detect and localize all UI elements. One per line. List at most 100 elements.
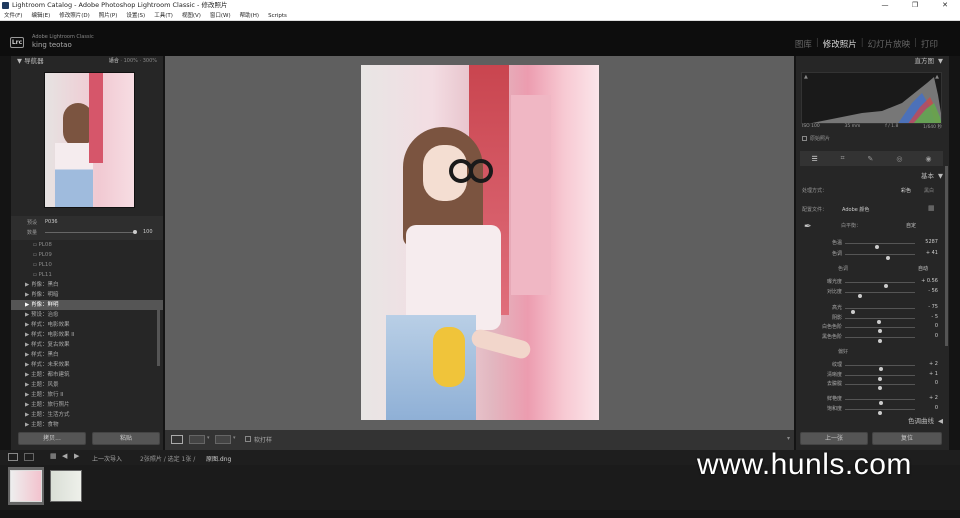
back-arrow-icon[interactable]: ◀ xyxy=(62,452,67,460)
left-scrollbar[interactable] xyxy=(157,306,160,366)
menu-file[interactable]: 文件(F) xyxy=(4,11,22,20)
preset-item[interactable]: ▫ PL11 xyxy=(11,270,163,280)
soft-proof-checkbox[interactable] xyxy=(245,436,251,442)
slider-track[interactable] xyxy=(845,365,915,371)
slider-track[interactable] xyxy=(845,327,915,333)
masking-icon[interactable]: ◉ xyxy=(925,155,931,163)
slider-track[interactable] xyxy=(845,308,915,314)
reset-button[interactable]: 复位 xyxy=(872,432,942,445)
filmstrip-thumb[interactable] xyxy=(50,470,82,502)
copy-button[interactable]: 拷贝... xyxy=(18,432,86,445)
slider-value[interactable]: 5287 xyxy=(918,239,938,245)
preset-folder[interactable]: ▶ 主题：生活方式 xyxy=(11,410,163,420)
slider-track[interactable] xyxy=(845,282,915,288)
tone-auto-button[interactable]: 自动 xyxy=(918,265,928,272)
main-photo[interactable] xyxy=(361,65,599,420)
preset-folder[interactable]: ▶ 主题：都市建筑 xyxy=(11,370,163,380)
module-slideshow[interactable]: 幻灯片放映 xyxy=(868,38,911,50)
slider-value[interactable]: + 2 xyxy=(918,395,938,401)
preset-folder[interactable]: ▶ 主题：旅行 II xyxy=(11,390,163,400)
slider-value[interactable]: - 75 xyxy=(918,304,938,310)
preset-folder[interactable]: ▶ 肖像：黑白 xyxy=(11,280,163,290)
zoom-300[interactable]: 300% xyxy=(143,58,157,64)
red-eye-icon[interactable]: ◎ xyxy=(896,155,902,163)
histogram-header[interactable]: 直方图 ▼ xyxy=(796,56,949,67)
preset-folder[interactable]: ▶ 样式：电影效果 xyxy=(11,320,163,330)
preset-folder[interactable]: ▶ 样式：黑白 xyxy=(11,350,163,360)
slider-track[interactable] xyxy=(845,409,915,415)
treatment-bw[interactable]: 黑白 xyxy=(924,187,934,194)
slider-value[interactable]: 0 xyxy=(918,405,938,411)
slider-knob[interactable] xyxy=(858,294,863,298)
preset-folder[interactable]: ▶ 样式：电影效果 II xyxy=(11,330,163,340)
collapse-triangle-icon[interactable]: ▼ xyxy=(938,171,943,182)
healing-brush-icon[interactable]: ✎ xyxy=(868,155,874,163)
paste-button[interactable]: 粘贴 xyxy=(92,432,160,445)
profile-browser-icon[interactable]: ▦ xyxy=(928,204,935,212)
filmstrip-thumb[interactable] xyxy=(10,470,42,502)
menu-edit[interactable]: 编辑(E) xyxy=(31,11,50,20)
sliders-icon[interactable]: ☰ xyxy=(811,155,817,163)
menu-window[interactable]: 窗口(W) xyxy=(210,11,231,20)
preset-item[interactable]: ▫ PL09 xyxy=(11,250,163,260)
zoom-fit[interactable]: 适合 xyxy=(109,58,119,64)
basic-header[interactable]: 基本 ▼ xyxy=(796,171,949,182)
navigator-preview[interactable] xyxy=(44,72,135,208)
tone-curve-header[interactable]: 色调曲线 ◀ xyxy=(796,416,949,427)
profile-dropdown[interactable]: Adobe 颜色 xyxy=(842,206,869,213)
slider-track[interactable] xyxy=(845,375,915,381)
minimize-button[interactable]: — xyxy=(870,0,900,11)
dropdown-arrow-icon[interactable]: ▾ xyxy=(233,435,236,441)
amount-slider-knob[interactable] xyxy=(133,230,137,234)
slider-track[interactable] xyxy=(845,254,915,260)
slider-value[interactable]: 0 xyxy=(918,323,938,329)
crop-icon[interactable]: ⌗ xyxy=(841,154,845,163)
right-scrollbar[interactable] xyxy=(945,166,948,346)
slider-track[interactable] xyxy=(845,399,915,405)
treatment-color[interactable]: 彩色 xyxy=(901,187,911,194)
module-develop[interactable]: 修改照片 xyxy=(823,38,857,50)
menu-help[interactable]: 帮助(H) xyxy=(240,11,259,20)
highlight-clipping-icon[interactable]: ▲ xyxy=(935,74,939,80)
slider-knob[interactable] xyxy=(878,411,882,415)
filmstrip-filename[interactable]: 原图.dng xyxy=(206,454,231,463)
slider-value[interactable]: + 2 xyxy=(918,361,938,367)
slider-value[interactable]: 0 xyxy=(918,380,938,386)
slider-knob[interactable] xyxy=(874,245,879,249)
slider-value[interactable]: + 0.56 xyxy=(918,278,938,284)
preset-folder[interactable]: ▶ 主题：旅行照片 xyxy=(11,400,163,410)
module-library[interactable]: 图库 xyxy=(795,38,812,50)
slider-knob[interactable] xyxy=(878,339,882,343)
zoom-100[interactable]: 100% xyxy=(124,58,138,64)
dropdown-arrow-icon[interactable]: ▾ xyxy=(207,435,210,441)
filmstrip-source[interactable]: 上一次导入 xyxy=(92,454,122,463)
collapse-triangle-icon[interactable]: ▼ xyxy=(938,56,943,67)
grid-icon[interactable]: ▦ xyxy=(50,452,57,460)
menu-settings[interactable]: 设置(S) xyxy=(126,11,145,20)
preset-folder[interactable]: ▶ 肖像：明暗 xyxy=(11,290,163,300)
preset-folder[interactable]: ▶ 预设：治愈 xyxy=(11,310,163,320)
loupe-view-icon[interactable] xyxy=(171,435,183,444)
slider-track[interactable] xyxy=(845,318,915,324)
slider-value[interactable]: 0 xyxy=(918,333,938,339)
navigator-header[interactable]: ▼ 导航器 适合 · 100% · 300% xyxy=(11,56,163,67)
menu-photo[interactable]: 照片(P) xyxy=(99,11,118,20)
slider-track[interactable] xyxy=(845,292,915,298)
expand-triangle-icon[interactable]: ◀ xyxy=(938,416,943,427)
slider-value[interactable]: - 56 xyxy=(918,288,938,294)
preset-item[interactable]: ▫ PL10 xyxy=(11,260,163,270)
maximize-button[interactable]: ❐ xyxy=(900,0,930,11)
forward-arrow-icon[interactable]: ▶ xyxy=(74,452,79,460)
main-window-icon[interactable] xyxy=(8,453,18,461)
slider-value[interactable]: - 5 xyxy=(918,314,938,320)
compare-view-icon[interactable] xyxy=(189,435,205,444)
menu-scripts[interactable]: Scripts xyxy=(268,11,287,20)
preset-folder[interactable]: ▶ 肖像：鲜明 xyxy=(11,300,163,310)
second-window-icon[interactable] xyxy=(24,453,34,461)
white-balance-eyedropper-icon[interactable]: ✒ xyxy=(804,222,812,232)
close-button[interactable]: ✕ xyxy=(930,0,960,11)
module-print[interactable]: 打印 xyxy=(921,38,938,50)
preset-item[interactable]: ▫ PL08 xyxy=(11,240,163,250)
histogram[interactable]: ▲ ▲ xyxy=(801,72,942,124)
shadow-clipping-icon[interactable]: ▲ xyxy=(804,74,808,80)
